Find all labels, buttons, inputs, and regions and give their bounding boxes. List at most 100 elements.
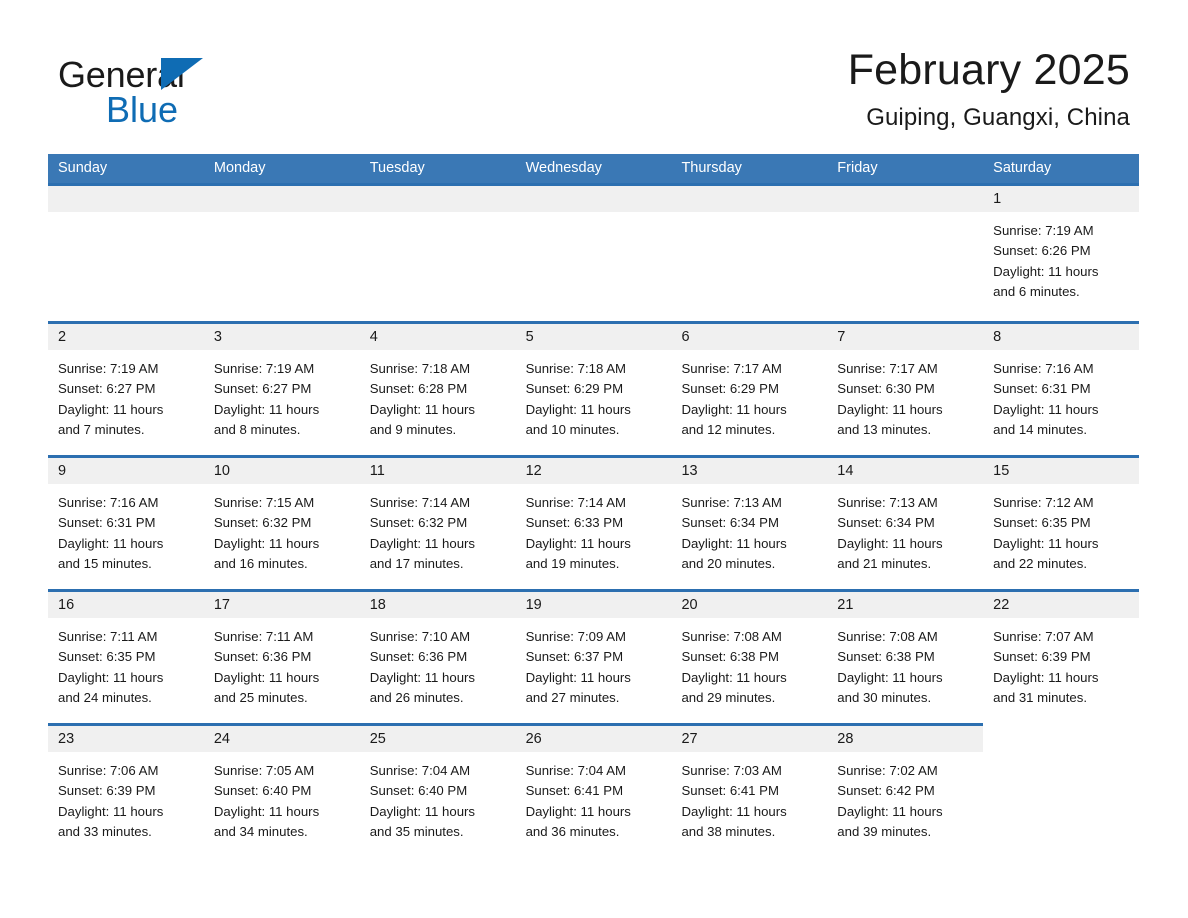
day-details: Sunrise: 7:18 AM Sunset: 6:29 PM Daylight:…: [516, 350, 672, 440]
calendar-day-cell[interactable]: 23 Sunrise: 7:06 AM Sunset: 6:39 PM Dayligh…: [48, 723, 204, 857]
sunset-text: Sunset: 6:27 PM: [58, 381, 156, 397]
day-number: [671, 186, 828, 213]
daylight-text: and 36 minutes.: [525, 823, 620, 839]
calendar-day-cell[interactable]: 22 Sunrise: 7:07 AM Sunset: 6:39 PM Dayligh…: [983, 589, 1140, 723]
sunset-text: Sunset: 6:39 PM: [993, 649, 1091, 665]
daylight-text: Daylight: 11 hours: [525, 535, 631, 551]
daylight-text: Daylight: 11 hours: [525, 401, 631, 417]
day-details: Sunrise: 7:14 AM Sunset: 6:33 PM Daylight:…: [516, 484, 672, 574]
day-details: Sunrise: 7:19 AM Sunset: 6:26 PM Daylight:…: [983, 212, 1139, 302]
calendar-day-cell[interactable]: 27 Sunrise: 7:03 AM Sunset: 6:41 PM Dayligh…: [671, 723, 828, 857]
sunset-text: Sunset: 6:30 PM: [837, 381, 935, 397]
daylight-text: and 13 minutes.: [837, 421, 932, 437]
daylight-text: Daylight: 11 hours: [58, 803, 164, 819]
calendar-day-cell[interactable]: 12 Sunrise: 7:14 AM Sunset: 6:33 PM Dayligh…: [515, 455, 672, 589]
sunset-text: Sunset: 6:41 PM: [525, 783, 624, 799]
day-details: Sunrise: 7:09 AM Sunset: 6:37 PM Daylight:…: [516, 618, 672, 708]
calendar-day-cell[interactable]: 26 Sunrise: 7:04 AM Sunset: 6:41 PM Dayligh…: [515, 723, 672, 857]
sunset-text: Sunset: 6:28 PM: [369, 381, 468, 397]
sunrise-text: Sunrise: 7:06 AM: [58, 763, 159, 779]
calendar-day-cell[interactable]: 21 Sunrise: 7:08 AM Sunset: 6:38 PM Dayligh…: [827, 589, 984, 723]
title-block: February 2025 Guiping, Guangxi, China: [848, 46, 1130, 132]
calendar-day-cell[interactable]: 25 Sunrise: 7:04 AM Sunset: 6:40 PM Dayligh…: [359, 723, 516, 857]
calendar-page: General Blue February 2025 Guiping, Guan…: [0, 0, 1188, 918]
day-details: Sunrise: 7:08 AM Sunset: 6:38 PM Daylight:…: [827, 618, 983, 708]
logo-text-blue: Blue: [106, 89, 179, 130]
calendar-day-cell[interactable]: 11 Sunrise: 7:14 AM Sunset: 6:32 PM Dayligh…: [359, 455, 516, 589]
calendar-day-cell[interactable]: 7 Sunrise: 7:17 AM Sunset: 6:30 PM Daylight…: [827, 321, 984, 455]
daylight-text: Daylight: 11 hours: [681, 401, 787, 417]
day-number: 17: [203, 592, 360, 619]
sunrise-text: Sunrise: 7:15 AM: [213, 495, 315, 511]
sunset-text: Sunset: 6:36 PM: [369, 649, 468, 665]
sunrise-text: Sunrise: 7:11 AM: [213, 629, 314, 645]
sunset-text: Sunset: 6:40 PM: [213, 783, 312, 799]
daylight-text: and 30 minutes.: [837, 689, 932, 705]
daylight-text: and 8 minutes.: [213, 421, 301, 437]
day-number: 15: [983, 458, 1140, 485]
general-blue-logo[interactable]: General Blue: [58, 46, 288, 132]
daylight-text: and 21 minutes.: [837, 555, 932, 571]
sunset-text: Sunset: 6:29 PM: [681, 381, 779, 397]
day-number: 3: [203, 324, 360, 351]
sunrise-text: Sunrise: 7:18 AM: [369, 361, 471, 377]
day-number: [203, 186, 360, 213]
sunset-text: Sunset: 6:35 PM: [58, 649, 156, 665]
calendar-day-cell[interactable]: 9 Sunrise: 7:16 AM Sunset: 6:31 PM Daylight…: [48, 455, 204, 589]
calendar-day-cell[interactable]: 14 Sunrise: 7:13 AM Sunset: 6:34 PM Dayligh…: [827, 455, 984, 589]
calendar-day-cell[interactable]: 8 Sunrise: 7:16 AM Sunset: 6:31 PM Daylight…: [983, 321, 1140, 455]
calendar-empty-cell: [203, 183, 360, 321]
calendar-day-cell[interactable]: 15 Sunrise: 7:12 AM Sunset: 6:35 PM Dayligh…: [983, 455, 1140, 589]
calendar-empty-cell: [359, 183, 516, 321]
calendar-day-cell[interactable]: 4 Sunrise: 7:18 AM Sunset: 6:28 PM Daylight…: [359, 321, 516, 455]
daylight-text: and 38 minutes.: [681, 823, 776, 839]
page-header: General Blue February 2025 Guiping, Guan…: [0, 0, 1188, 132]
day-details: Sunrise: 7:13 AM Sunset: 6:34 PM Daylight:…: [671, 484, 827, 574]
calendar-day-cell[interactable]: 17 Sunrise: 7:11 AM Sunset: 6:36 PM Dayligh…: [203, 589, 360, 723]
day-number: 27: [671, 726, 828, 753]
daylight-text: and 27 minutes.: [525, 689, 620, 705]
calendar-day-cell[interactable]: 3 Sunrise: 7:19 AM Sunset: 6:27 PM Daylight…: [203, 321, 360, 455]
day-number: 14: [827, 458, 984, 485]
calendar-day-cell[interactable]: 2 Sunrise: 7:19 AM Sunset: 6:27 PM Daylight…: [48, 321, 204, 455]
day-number: [983, 726, 1139, 752]
calendar-day-cell[interactable]: 19 Sunrise: 7:09 AM Sunset: 6:37 PM Dayligh…: [515, 589, 672, 723]
day-details: Sunrise: 7:19 AM Sunset: 6:27 PM Daylight:…: [48, 350, 204, 440]
day-details: Sunrise: 7:19 AM Sunset: 6:27 PM Daylight:…: [204, 350, 360, 440]
day-number: 8: [983, 324, 1140, 351]
daylight-text: Daylight: 11 hours: [837, 669, 943, 685]
calendar-day-cell[interactable]: 24 Sunrise: 7:05 AM Sunset: 6:40 PM Dayligh…: [203, 723, 360, 857]
calendar-day-cell[interactable]: 20 Sunrise: 7:08 AM Sunset: 6:38 PM Dayligh…: [671, 589, 828, 723]
daylight-text: Daylight: 11 hours: [837, 401, 943, 417]
calendar-day-cell[interactable]: 6 Sunrise: 7:17 AM Sunset: 6:29 PM Daylight…: [671, 321, 828, 455]
sunrise-text: Sunrise: 7:07 AM: [993, 629, 1094, 645]
sunset-text: Sunset: 6:38 PM: [681, 649, 779, 665]
daylight-text: Daylight: 11 hours: [525, 669, 631, 685]
sunrise-text: Sunrise: 7:19 AM: [993, 223, 1094, 239]
day-number: 26: [515, 726, 672, 753]
daylight-text: Daylight: 11 hours: [213, 669, 320, 685]
day-number: 21: [827, 592, 984, 619]
sunrise-text: Sunrise: 7:14 AM: [369, 495, 471, 511]
calendar-day-cell[interactable]: 5 Sunrise: 7:18 AM Sunset: 6:29 PM Daylight…: [515, 321, 672, 455]
sunrise-text: Sunrise: 7:09 AM: [525, 629, 627, 645]
daylight-text: and 33 minutes.: [58, 823, 152, 839]
day-details: Sunrise: 7:06 AM Sunset: 6:39 PM Daylight:…: [48, 752, 204, 842]
calendar-day-cell[interactable]: 10 Sunrise: 7:15 AM Sunset: 6:32 PM Dayligh…: [203, 455, 360, 589]
calendar-day-cell[interactable]: 16 Sunrise: 7:11 AM Sunset: 6:35 PM Dayligh…: [48, 589, 204, 723]
day-details: Sunrise: 7:05 AM Sunset: 6:40 PM Daylight:…: [204, 752, 360, 842]
day-number: 10: [203, 458, 360, 485]
daylight-text: Daylight: 11 hours: [213, 803, 320, 819]
sunset-text: Sunset: 6:35 PM: [993, 515, 1091, 531]
calendar-day-cell[interactable]: 1 Sunrise: 7:19 AM Sunset: 6:26 PM Daylight…: [983, 183, 1140, 321]
day-details: Sunrise: 7:10 AM Sunset: 6:36 PM Daylight:…: [360, 618, 516, 708]
calendar-day-cell[interactable]: 18 Sunrise: 7:10 AM Sunset: 6:36 PM Dayligh…: [359, 589, 516, 723]
calendar-day-cell[interactable]: 28 Sunrise: 7:02 AM Sunset: 6:42 PM Dayligh…: [827, 723, 984, 857]
day-details: Sunrise: 7:17 AM Sunset: 6:30 PM Daylight:…: [827, 350, 983, 440]
sunset-text: Sunset: 6:42 PM: [837, 783, 935, 799]
daylight-text: Daylight: 11 hours: [58, 535, 164, 551]
daylight-text: Daylight: 11 hours: [525, 803, 631, 819]
calendar-day-cell[interactable]: 13 Sunrise: 7:13 AM Sunset: 6:34 PM Dayligh…: [671, 455, 828, 589]
day-number: 22: [983, 592, 1140, 619]
calendar-table: Sunday Monday Tuesday Wednesday Thursday Frid…: [48, 154, 1140, 857]
